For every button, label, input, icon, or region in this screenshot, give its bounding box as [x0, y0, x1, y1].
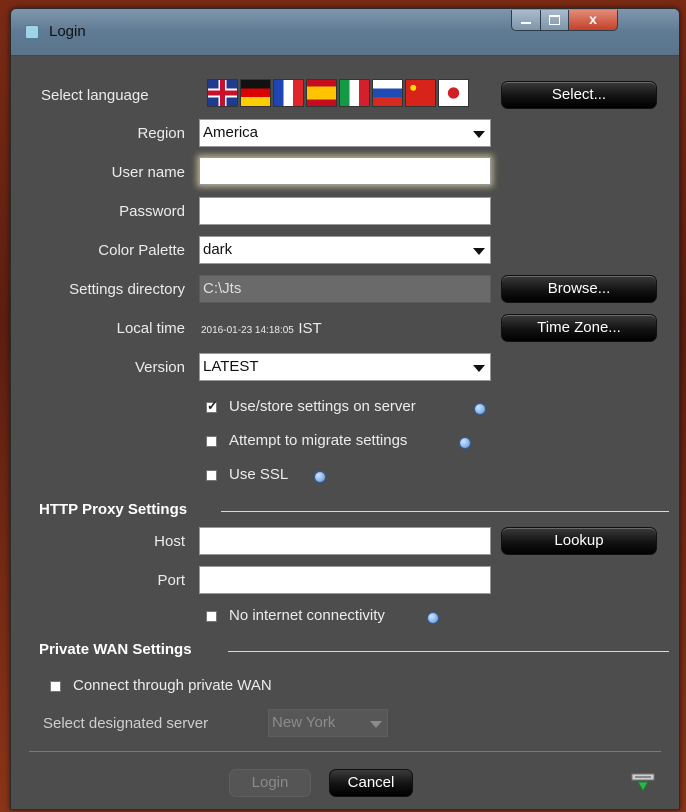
settings-directory-label: Settings directory	[69, 281, 185, 298]
info-icon[interactable]	[314, 471, 326, 483]
germany-flag-icon[interactable]	[240, 79, 271, 107]
login-button[interactable]: Login	[229, 769, 311, 797]
info-icon[interactable]	[459, 437, 471, 449]
time-zone-button[interactable]: Time Zone...	[501, 314, 657, 342]
use-store-settings-label: Use/store settings on server	[229, 398, 416, 415]
use-ssl-label: Use SSL	[229, 466, 289, 483]
migrate-settings-label: Attempt to migrate settings	[229, 432, 408, 449]
connect-private-wan-label: Connect through private WAN	[73, 677, 272, 694]
maximize-button[interactable]	[540, 10, 569, 31]
migrate-settings-checkbox[interactable]	[206, 436, 217, 447]
password-label: Password	[119, 203, 185, 220]
info-icon[interactable]	[427, 612, 439, 624]
local-time-readout: 2016-01-23 14:18:05 IST	[201, 320, 322, 338]
use-store-settings-checkbox[interactable]	[206, 398, 218, 414]
lookup-button[interactable]: Lookup	[501, 527, 657, 555]
browse-button[interactable]: Browse...	[501, 275, 657, 303]
no-internet-label: No internet connectivity	[229, 607, 385, 624]
port-label: Port	[157, 572, 185, 589]
username-input[interactable]	[199, 157, 491, 185]
section-divider	[221, 511, 669, 512]
local-time-label: Local time	[116, 320, 185, 337]
language-flags	[207, 79, 469, 109]
version-dropdown[interactable]: LATEST	[199, 353, 491, 381]
app-icon	[25, 25, 39, 39]
france-flag-icon[interactable]	[273, 79, 304, 107]
chevron-down-icon	[473, 365, 485, 372]
username-label: User name	[111, 164, 185, 181]
private-wan-section-title: Private WAN Settings	[39, 641, 192, 658]
version-label: Version	[134, 359, 185, 376]
close-button[interactable]: x	[568, 10, 618, 31]
select-language-button[interactable]: Select...	[501, 81, 657, 109]
minimize-button[interactable]	[511, 10, 541, 31]
use-ssl-checkbox[interactable]	[206, 470, 217, 481]
port-input[interactable]	[199, 566, 491, 594]
region-dropdown[interactable]: America	[199, 119, 491, 147]
info-icon[interactable]	[474, 403, 486, 415]
settings-directory-field: C:\Jts	[199, 275, 491, 303]
password-input[interactable]	[199, 197, 491, 225]
chevron-down-icon	[370, 721, 382, 728]
designated-server-dropdown: New York	[268, 709, 388, 737]
cancel-button[interactable]: Cancel	[329, 769, 413, 797]
color-palette-dropdown[interactable]: dark	[199, 236, 491, 264]
japan-flag-icon[interactable]	[438, 79, 469, 107]
timezone-abbrev: IST	[298, 320, 322, 337]
russia-flag-icon[interactable]	[372, 79, 403, 107]
version-value: LATEST	[203, 358, 259, 375]
italy-flag-icon[interactable]	[339, 79, 370, 107]
designated-server-label: Select designated server	[43, 715, 209, 732]
footer-divider	[29, 751, 661, 752]
no-internet-checkbox[interactable]	[206, 611, 217, 622]
china-flag-icon[interactable]	[405, 79, 436, 107]
color-palette-value: dark	[203, 241, 233, 258]
http-proxy-section-title: HTTP Proxy Settings	[39, 501, 188, 518]
local-time-value: 2016-01-23 14:18:05	[201, 325, 294, 336]
chevron-down-icon	[473, 131, 485, 138]
host-input[interactable]	[199, 527, 491, 555]
connect-private-wan-checkbox[interactable]	[50, 681, 61, 692]
select-language-label: Select language	[41, 87, 149, 104]
designated-server-value: New York	[272, 714, 336, 731]
color-palette-label: Color Palette	[98, 242, 185, 259]
window-title: Login	[49, 23, 86, 40]
region-label: Region	[137, 125, 185, 142]
chevron-down-icon	[473, 248, 485, 255]
uk-flag-icon[interactable]	[207, 79, 238, 107]
login-window: Login x Select language Select... Region…	[10, 8, 680, 810]
region-value: America	[203, 124, 259, 141]
download-icon[interactable]	[631, 773, 655, 793]
host-label: Host	[154, 533, 185, 550]
title-bar[interactable]: Login x	[11, 9, 679, 56]
section-divider	[228, 651, 669, 652]
spain-flag-icon[interactable]	[306, 79, 337, 107]
